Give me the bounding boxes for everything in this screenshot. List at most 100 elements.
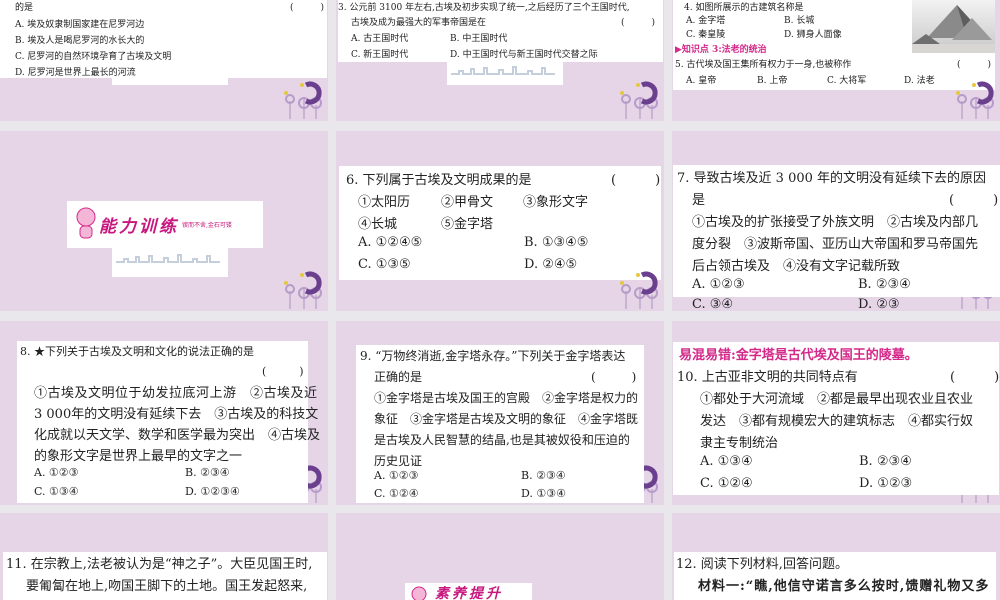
- answer-paren: ( ): [957, 60, 992, 70]
- option-b: B. ②③④: [521, 469, 566, 482]
- slide-12[interactable]: 12. 阅读下列材料,回答问题。 材料一:“瞧,他信守诺言多么按时,馈赠礼物又多: [672, 513, 1000, 600]
- question-text-cont: 要匍匐在地上,吻国王脚下的土地。国王发起怒来,: [26, 579, 308, 594]
- option-a: A. ①②③: [692, 277, 745, 292]
- option-c: C. 尼罗河的自然环境孕育了古埃及文明: [15, 52, 172, 62]
- statement-line: ①都处于大河流域 ②都是最早出现农业且农业: [700, 392, 974, 407]
- slide-1[interactable]: 的是 ( ) A. 埃及奴隶制国家建在尼罗河边 B. 埃及人是喝尼罗河的水长大的…: [0, 0, 328, 121]
- option-d: D. ②④⑤: [524, 257, 578, 272]
- option-b: B. 埃及人是喝尼罗河的水长大的: [15, 36, 145, 46]
- option-b: B. ②③④: [859, 454, 912, 469]
- question-4-text: 4. 如图所展示的古建筑名称是: [684, 3, 804, 13]
- option-d: D. 中王国时代与新王国时代交替之际: [450, 50, 598, 60]
- option-a: A. 古王国时代: [351, 34, 409, 44]
- option-a: A. ①③④: [700, 454, 753, 469]
- slide-9[interactable]: 易混易错:金字塔是古代埃及国王的陵墓。 10. 上古亚非文明的共同特点有 ( )…: [672, 321, 1000, 505]
- statement-line: 历史见证: [374, 454, 423, 468]
- statement-line: 3 000年的文明没有延续下去 ③古埃及的科技文: [34, 407, 319, 422]
- option-d: D. ①②③: [859, 476, 913, 491]
- slide-5[interactable]: 6. 下列属于古埃及文明成果的是 ( ) ①太阳历 ②甲骨文 ③象形文字 ④长城…: [336, 131, 664, 311]
- answer-paren: ( ): [950, 370, 1000, 385]
- answer-paren: ( ): [290, 3, 325, 13]
- option-d: D. 狮身人面像: [784, 30, 842, 40]
- banner-subtitle: 锲而不舍,金石可镂: [182, 222, 232, 229]
- literacy-improvement-banner: 素养提升: [405, 583, 532, 600]
- option-c: C. 新王国时代: [351, 50, 409, 60]
- slide-2[interactable]: 3. 公元前 3100 年左右,古埃及初步实现了统一,之后经历了三个王国时代, …: [336, 0, 664, 121]
- answer-paren: ( ): [262, 365, 304, 378]
- item-2: ②甲骨文: [441, 195, 494, 210]
- option-b: B. ②③④: [185, 466, 230, 479]
- material-one-text: 材料一:“瞧,他信守诺言多么按时,馈赠礼物又多: [698, 579, 990, 594]
- slide-10[interactable]: 11. 在宗教上,法老被认为是“神之子”。大臣见国王时, 要匍匐在地上,吻国王脚…: [0, 513, 328, 600]
- option-a: A. 金字塔: [686, 16, 726, 26]
- cartoon-girl-icon: [411, 586, 427, 600]
- city-skyline-image: [112, 248, 228, 277]
- question-text-cont: 古埃及成为最强大的军事帝国是在: [351, 18, 487, 28]
- cartoon-girl-icon: [76, 207, 96, 238]
- answer-paren: ( ): [621, 18, 656, 28]
- statement-line: 发达 ③都有规模宏大的建筑标志 ④都实行奴: [700, 414, 974, 429]
- banner-title: 能力训练: [99, 217, 179, 237]
- question-5-text: 5. 古代埃及国王集所有权力于一身,也被称作: [675, 60, 852, 70]
- question-text: 12. 阅读下列材料,回答问题。: [676, 557, 848, 572]
- statement-line: 度分裂 ③波斯帝国、亚历山大帝国和罗马帝国先: [692, 237, 979, 252]
- statement-line: 象征 ③金字塔是古埃及文明的象征 ④金字塔既: [374, 412, 639, 426]
- question-text: 10. 上古亚非文明的共同特点有: [677, 370, 858, 385]
- option-b: B. ②③④: [858, 277, 911, 292]
- option-b: B. ①③④⑤: [524, 235, 589, 250]
- option-c: C. ①②④: [700, 476, 753, 491]
- slide-4[interactable]: 能力训练 锲而不舍,金石可镂: [0, 131, 328, 311]
- option-b: B. 上帝: [757, 76, 788, 86]
- flower-decoration-icon: [276, 269, 324, 309]
- option-c: C. ①③④: [34, 485, 79, 498]
- flower-decoration-icon: [612, 79, 660, 119]
- slide-6[interactable]: 7. 导致古埃及近 3 000 年的文明没有延续下去的原因 是 ( ) ①古埃及…: [672, 131, 1000, 311]
- statement-line: 的象形文字是世界上最早的文字之一: [34, 449, 243, 464]
- option-d: D. 法老: [904, 76, 935, 86]
- option-a: A. ①②③: [34, 466, 79, 479]
- flower-decoration-icon: [948, 79, 996, 119]
- statement-line: 是古埃及人民智慧的结晶,也是其被奴役和压迫的: [374, 433, 630, 447]
- item-1: ①太阳历: [358, 195, 411, 210]
- knowledge-point-label: 知识点 3:法老的统治: [681, 45, 767, 55]
- option-a: A. 埃及奴隶制国家建在尼罗河边: [15, 20, 145, 30]
- answer-paren: ( ): [591, 370, 637, 384]
- statement-line: 化成就以天文学、数学和医学最为突出 ④古埃及: [34, 428, 321, 443]
- statement-line: ①金字塔是古埃及国王的宫殿 ②金字塔是权力的: [374, 391, 639, 405]
- option-a: A. 皇帝: [686, 76, 717, 86]
- banner-title: 素养提升: [435, 586, 503, 600]
- question-text-cont: 正确的是: [374, 370, 423, 384]
- ability-training-banner: 能力训练 锲而不舍,金石可镂: [67, 201, 263, 248]
- common-mistake-tip: 易混易错:金字塔是古代埃及国王的陵墓。: [679, 348, 918, 363]
- question-text: 8. ★下列关于古埃及文明和文化的说法正确的是: [20, 345, 254, 358]
- option-c: C. 大将军: [827, 76, 867, 86]
- option-d: D. ①③④: [521, 487, 567, 500]
- question-text: 的是: [15, 3, 34, 13]
- question-text: 6. 下列属于古埃及文明成果的是: [346, 173, 532, 188]
- slide-3[interactable]: 4. 如图所展示的古建筑名称是 A. 金字塔 B. 长城 C. 秦皇陵 D. 狮…: [672, 0, 1000, 121]
- slide-7[interactable]: 8. ★下列关于古埃及文明和文化的说法正确的是 ( ) ①古埃及文明位于幼发拉底…: [0, 321, 328, 505]
- option-c: C. ①③⑤: [358, 257, 411, 272]
- option-b: B. 中王国时代: [450, 34, 508, 44]
- question-text: 9. “万物终消逝,金字塔永存。”下列关于金字塔表达: [360, 349, 626, 363]
- option-c: C. 秦皇陵: [686, 30, 726, 40]
- option-a: A. ①②③: [374, 469, 419, 482]
- option-d: D. 尼罗河是世界上最长的河流: [15, 68, 136, 78]
- answer-paren: ( ): [611, 173, 661, 188]
- item-5: ⑤金字塔: [441, 217, 494, 232]
- option-d: D. ①②③④: [185, 485, 240, 498]
- pyramid-image: [912, 0, 995, 53]
- statement-line: ①古埃及文明位于幼发拉底河上游 ②古埃及近: [34, 386, 318, 401]
- statement-line: 隶主专制统治: [700, 436, 779, 451]
- question-text: 11. 在宗教上,法老被认为是“神之子”。大臣见国王时,: [6, 557, 313, 572]
- answer-paren: ( ): [949, 193, 999, 208]
- slide-8[interactable]: 9. “万物终消逝,金字塔永存。”下列关于金字塔表达 正确的是 ( ) ①金字塔…: [336, 321, 664, 505]
- option-d: D. ②③: [858, 297, 900, 311]
- slide-11[interactable]: 素养提升: [336, 513, 664, 600]
- option-c: C. ①②④: [374, 487, 419, 500]
- question-text: 3. 公元前 3100 年左右,古埃及初步实现了统一,之后经历了三个王国时代,: [338, 3, 630, 13]
- item-3: ③象形文字: [523, 195, 589, 210]
- knowledge-point-heading: ▶知识点 3:法老的统治: [675, 42, 767, 55]
- flower-decoration-icon: [612, 269, 660, 309]
- statement-line: ①古埃及的扩张接受了外族文明 ②古埃及内部几: [692, 215, 979, 230]
